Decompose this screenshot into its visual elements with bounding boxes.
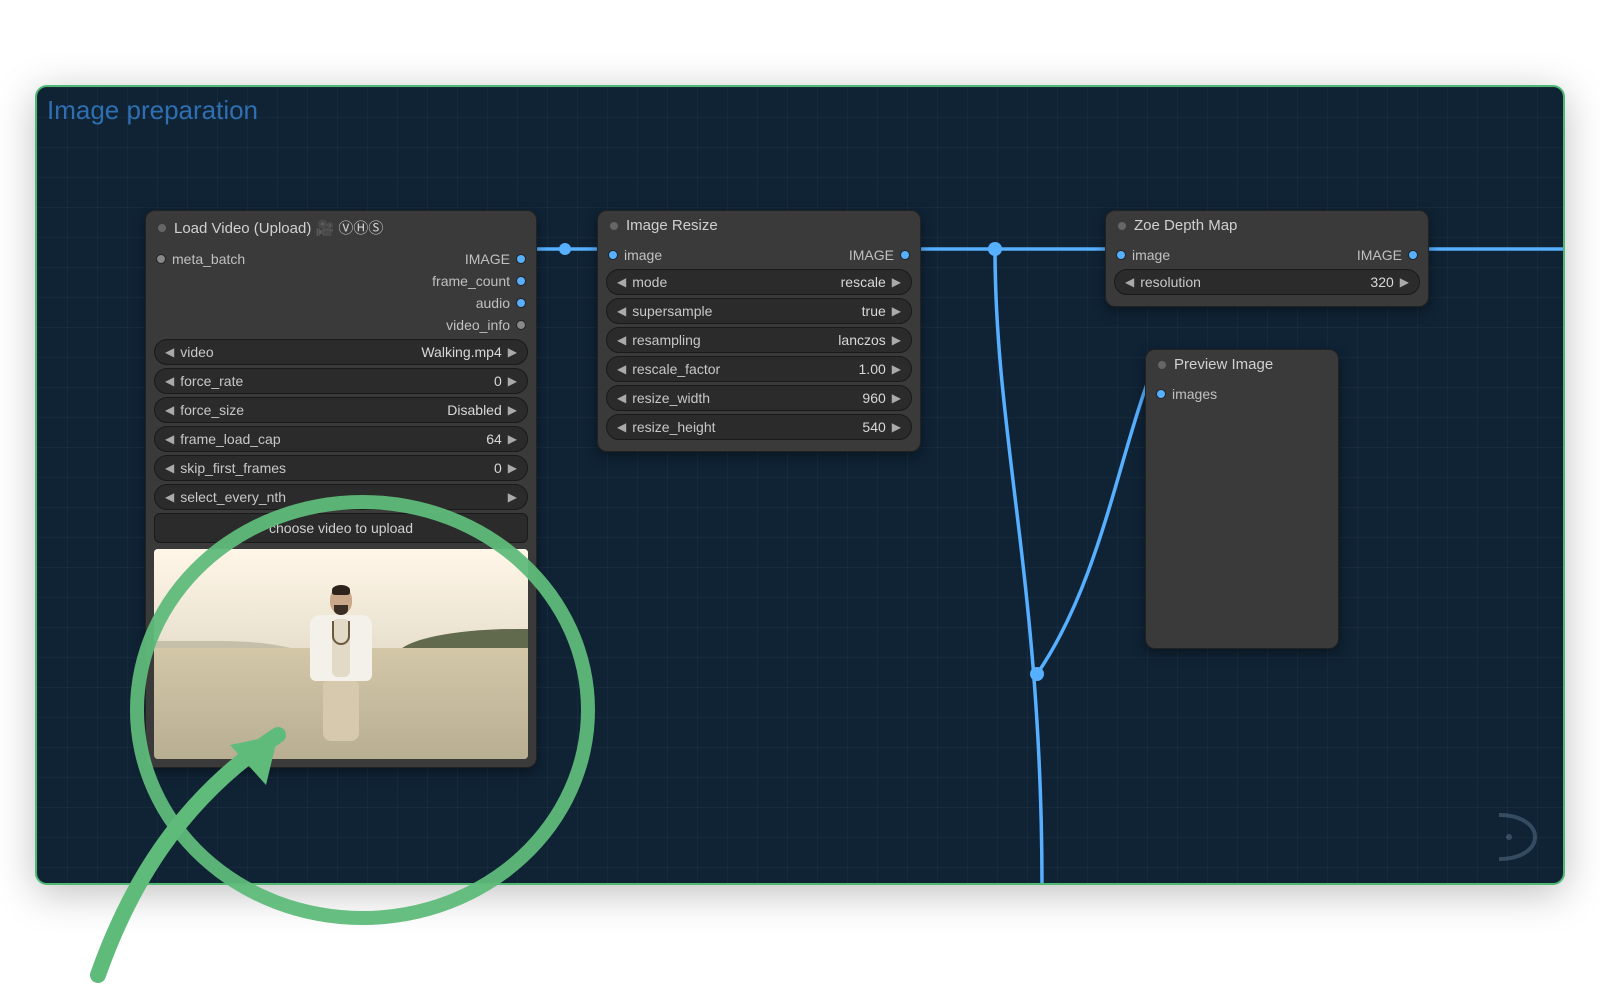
node-preview-image[interactable]: Preview Image images — [1145, 349, 1339, 649]
video-preview-thumbnail — [154, 549, 528, 759]
chevron-right-icon[interactable]: ▶ — [506, 432, 519, 446]
chevron-right-icon[interactable]: ▶ — [890, 420, 903, 434]
node-header-preview-image[interactable]: Preview Image — [1146, 350, 1338, 379]
chevron-left-icon[interactable]: ◀ — [615, 333, 628, 347]
chevron-right-icon[interactable]: ▶ — [890, 333, 903, 347]
chevron-left-icon[interactable]: ◀ — [163, 432, 176, 446]
param-supersample[interactable]: ◀ supersample true ▶ — [606, 298, 912, 324]
chevron-right-icon[interactable]: ▶ — [506, 345, 519, 359]
chevron-right-icon[interactable]: ▶ — [506, 461, 519, 475]
wire-to-preview — [1037, 384, 1147, 674]
chevron-left-icon[interactable]: ◀ — [163, 374, 176, 388]
node-title: Preview Image — [1174, 356, 1273, 373]
wire-resize-down — [995, 249, 1042, 885]
wire-junction-1 — [559, 243, 571, 255]
chevron-left-icon[interactable]: ◀ — [615, 275, 628, 289]
output-port-image[interactable] — [516, 254, 526, 264]
output-label: video_info — [446, 317, 510, 333]
input-label: images — [1172, 386, 1217, 402]
output-label: IMAGE — [1357, 247, 1402, 263]
chevron-left-icon[interactable]: ◀ — [163, 345, 176, 359]
input-label: image — [1132, 247, 1170, 263]
collapse-dot-icon[interactable] — [1118, 222, 1126, 230]
chevron-right-icon[interactable]: ▶ — [506, 403, 519, 417]
output-label: IMAGE — [849, 247, 894, 263]
param-skip-first-frames[interactable]: ◀ skip_first_frames 0 ▶ — [154, 455, 528, 481]
param-resize-width[interactable]: ◀ resize_width 960 ▶ — [606, 385, 912, 411]
chevron-left-icon[interactable]: ◀ — [615, 391, 628, 405]
output-port-frame-count[interactable] — [516, 276, 526, 286]
node-header-load-video[interactable]: Load Video (Upload) 🎥 ⓋⒽⓈ — [146, 211, 536, 244]
output-label: IMAGE — [465, 251, 510, 267]
input-label: meta_batch — [172, 251, 245, 267]
chevron-left-icon[interactable]: ◀ — [163, 461, 176, 475]
node-title: Zoe Depth Map — [1134, 217, 1237, 234]
param-resolution[interactable]: ◀ resolution 320 ▶ — [1114, 269, 1420, 295]
input-label: image — [624, 247, 662, 263]
wire-junction-3 — [1030, 667, 1044, 681]
chevron-right-icon[interactable]: ▶ — [890, 362, 903, 376]
param-select-every-nth[interactable]: ◀ select_every_nth ▶ — [154, 484, 528, 510]
node-header-zoe-depth[interactable]: Zoe Depth Map — [1106, 211, 1428, 240]
node-title: Image Resize — [626, 217, 718, 234]
collapse-dot-icon[interactable] — [1158, 361, 1166, 369]
canvas-grid[interactable]: Image preparation Load Video (Upload) 🎥 — [37, 87, 1563, 883]
chevron-left-icon[interactable]: ◀ — [615, 362, 628, 376]
camera-emoji-icon: 🎥 — [316, 220, 335, 237]
chevron-right-icon[interactable]: ▶ — [506, 374, 519, 388]
node-graph-canvas[interactable]: Image preparation Load Video (Upload) 🎥 — [35, 85, 1565, 885]
watermark-logo-icon — [1481, 805, 1545, 869]
param-frame-load-cap[interactable]: ◀ frame_load_cap 64 ▶ — [154, 426, 528, 452]
param-resampling[interactable]: ◀ resampling lanczos ▶ — [606, 327, 912, 353]
group-title: Image preparation — [47, 95, 258, 126]
choose-video-button[interactable]: choose video to upload — [154, 513, 528, 543]
input-port-meta-batch[interactable] — [156, 254, 166, 264]
chevron-right-icon[interactable]: ▶ — [890, 304, 903, 318]
output-port-image[interactable] — [900, 250, 910, 260]
output-port-image[interactable] — [1408, 250, 1418, 260]
input-port-images[interactable] — [1156, 389, 1166, 399]
chevron-right-icon[interactable]: ▶ — [506, 490, 519, 504]
chevron-left-icon[interactable]: ◀ — [1123, 275, 1136, 289]
param-force-rate[interactable]: ◀ force_rate 0 ▶ — [154, 368, 528, 394]
output-port-video-info[interactable] — [516, 320, 526, 330]
chevron-right-icon[interactable]: ▶ — [890, 391, 903, 405]
param-video[interactable]: ◀ video Walking.mp4 ▶ — [154, 339, 528, 365]
param-rescale-factor[interactable]: ◀ rescale_factor 1.00 ▶ — [606, 356, 912, 382]
input-port-image[interactable] — [608, 250, 618, 260]
chevron-right-icon[interactable]: ▶ — [890, 275, 903, 289]
node-image-resize[interactable]: Image Resize image IMAGE ◀ mode rescale … — [597, 210, 921, 452]
chevron-left-icon[interactable]: ◀ — [163, 490, 176, 504]
chevron-left-icon[interactable]: ◀ — [615, 304, 628, 318]
param-force-size[interactable]: ◀ force_size Disabled ▶ — [154, 397, 528, 423]
param-resize-height[interactable]: ◀ resize_height 540 ▶ — [606, 414, 912, 440]
output-label: frame_count — [432, 273, 510, 289]
output-label: audio — [476, 295, 510, 311]
node-header-image-resize[interactable]: Image Resize — [598, 211, 920, 240]
node-title: Load Video (Upload) 🎥 ⓋⒽⓈ — [174, 217, 383, 238]
collapse-dot-icon[interactable] — [158, 224, 166, 232]
chevron-left-icon[interactable]: ◀ — [615, 420, 628, 434]
node-load-video[interactable]: Load Video (Upload) 🎥 ⓋⒽⓈ meta_batch IMA… — [145, 210, 537, 768]
param-mode[interactable]: ◀ mode rescale ▶ — [606, 269, 912, 295]
chevron-right-icon[interactable]: ▶ — [1398, 275, 1411, 289]
wire-junction-2 — [988, 242, 1002, 256]
vhs-badge-icon: ⓋⒽⓈ — [338, 220, 383, 237]
input-port-image[interactable] — [1116, 250, 1126, 260]
chevron-left-icon[interactable]: ◀ — [163, 403, 176, 417]
node-zoe-depth[interactable]: Zoe Depth Map image IMAGE ◀ resolution 3… — [1105, 210, 1429, 307]
output-port-audio[interactable] — [516, 298, 526, 308]
collapse-dot-icon[interactable] — [610, 222, 618, 230]
